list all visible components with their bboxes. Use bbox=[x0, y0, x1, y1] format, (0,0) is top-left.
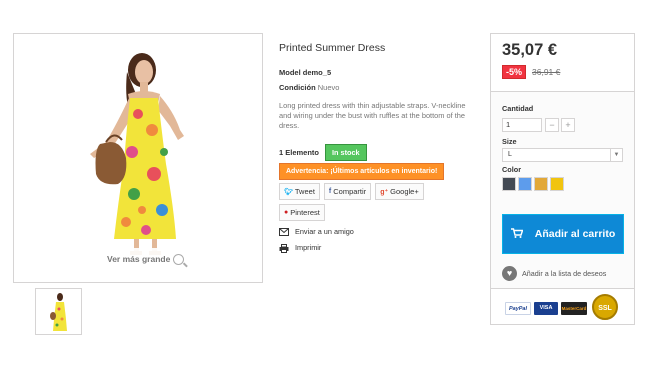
send-friend-label: Enviar a un amigo bbox=[295, 227, 354, 236]
size-select[interactable]: L ▼ bbox=[502, 148, 623, 162]
model-value: demo_5 bbox=[302, 68, 332, 77]
add-to-cart-label: Añadir al carrito bbox=[534, 228, 616, 240]
color-label: Color bbox=[502, 165, 522, 174]
zoom-label: Ver más grande bbox=[107, 254, 171, 264]
ssl-badge: SSL bbox=[592, 294, 618, 320]
stock-quantity: 1 Elemento bbox=[279, 148, 320, 157]
printer-icon bbox=[279, 243, 289, 253]
product-condition: Condición Nuevo bbox=[279, 83, 339, 92]
color-swatch-blue[interactable] bbox=[518, 177, 532, 191]
product-price: 35,07 € bbox=[502, 41, 558, 59]
color-swatch-yellow[interactable] bbox=[550, 177, 564, 191]
dress-photo bbox=[90, 53, 184, 255]
product-description: Long printed dress with thin adjustable … bbox=[279, 101, 466, 130]
tweet-label: Tweet bbox=[294, 187, 315, 196]
thumbnail-photo bbox=[50, 293, 67, 331]
quantity-input[interactable]: 1 bbox=[502, 118, 542, 132]
quantity-label: Cantidad bbox=[502, 104, 534, 113]
color-swatch-orange[interactable] bbox=[534, 177, 548, 191]
product-thumbnail[interactable] bbox=[35, 288, 82, 335]
product-title: Printed Summer Dress bbox=[279, 42, 386, 54]
product-reference: Model demo_5 bbox=[279, 68, 331, 77]
stock-badge: In stock bbox=[325, 144, 367, 161]
pinterest-label: Pinterest bbox=[290, 208, 320, 217]
pinterest-button[interactable]: ● Pinterest bbox=[279, 204, 325, 221]
social-share-buttons: 🐦︎ Tweet f Compartir g⁺ Google+ ● Pinter… bbox=[279, 183, 439, 221]
quantity-increase-button[interactable]: + bbox=[561, 118, 575, 132]
chevron-down-icon: ▼ bbox=[610, 149, 622, 161]
payment-logos: PayPal VISA MasterCard SSL bbox=[491, 288, 634, 324]
google-plus-icon: g⁺ bbox=[380, 188, 389, 196]
color-swatch-dark[interactable] bbox=[502, 177, 516, 191]
twitter-icon: 🐦︎ bbox=[284, 188, 293, 196]
visa-logo: VISA bbox=[534, 302, 558, 315]
tweet-button[interactable]: 🐦︎ Tweet bbox=[279, 183, 320, 200]
print-link[interactable]: Imprimir bbox=[279, 243, 322, 253]
facebook-share-button[interactable]: f Compartir bbox=[323, 183, 372, 200]
price-box: 35,07 € -5% 36,91 € bbox=[491, 34, 634, 92]
quantity-decrease-button[interactable]: − bbox=[545, 118, 559, 132]
product-main-image[interactable]: Ver más grande bbox=[13, 33, 263, 283]
paypal-logo: PayPal bbox=[505, 302, 531, 315]
discount-badge: -5% bbox=[502, 65, 527, 79]
condition-label: Condición bbox=[279, 83, 316, 92]
color-swatches bbox=[502, 177, 564, 191]
size-value: L bbox=[508, 151, 512, 158]
facebook-icon: f bbox=[328, 188, 332, 195]
model-label: Model bbox=[279, 68, 301, 77]
pinterest-icon: ● bbox=[284, 209, 289, 216]
send-friend-link[interactable]: Enviar a un amigo bbox=[279, 227, 354, 236]
size-label: Size bbox=[502, 137, 517, 146]
cart-icon bbox=[511, 227, 533, 241]
heart-icon: ♥ bbox=[502, 266, 517, 281]
zoom-button[interactable]: Ver más grande bbox=[102, 248, 190, 270]
envelope-icon bbox=[279, 227, 289, 236]
condition-value: Nuevo bbox=[317, 83, 340, 92]
share-label: Compartir bbox=[333, 187, 367, 196]
google-plus-button[interactable]: g⁺ Google+ bbox=[375, 183, 424, 200]
stock-info: 1 Elemento In stock bbox=[279, 144, 367, 161]
buy-box: 35,07 € -5% 36,91 € Cantidad 1 − + Size … bbox=[490, 33, 635, 325]
last-items-warning: Advertencia: ¡Últimos artículos en inven… bbox=[279, 163, 445, 180]
wishlist-label: Añadir a la lista de deseos bbox=[522, 269, 607, 278]
mastercard-logo: MasterCard bbox=[561, 302, 587, 315]
add-to-cart-button[interactable]: Añadir al carrito bbox=[502, 214, 624, 254]
print-label: Imprimir bbox=[295, 243, 322, 252]
wishlist-link[interactable]: ♥ Añadir a la lista de deseos bbox=[502, 266, 606, 281]
magnifier-icon bbox=[173, 253, 185, 265]
google-label: Google+ bbox=[390, 187, 419, 196]
old-price: 36,91 € bbox=[532, 67, 561, 77]
